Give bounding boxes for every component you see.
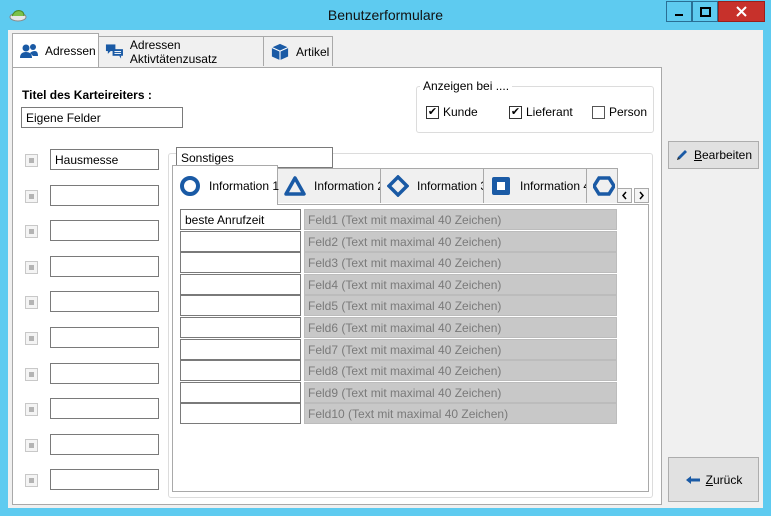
lieferant-checkbox[interactable]: ✔ <box>509 106 522 119</box>
left-field-8[interactable] <box>50 398 159 419</box>
show-at-group-title: Anzeigen bei .... <box>420 79 513 93</box>
field-name-input-3[interactable] <box>180 252 301 273</box>
field-name-input-6[interactable] <box>180 317 301 338</box>
left-field-6[interactable] <box>50 327 159 348</box>
close-icon <box>736 6 747 17</box>
left-field-10[interactable] <box>50 469 159 490</box>
field-description-8: Feld8 (Text mit maximal 40 Zeichen) <box>304 360 617 381</box>
chat-icon <box>105 43 123 59</box>
tabs-scroll-right-button[interactable] <box>634 188 649 203</box>
field-name-input-5[interactable] <box>180 295 301 316</box>
tab-label: Adressen <box>45 43 96 58</box>
maximize-icon <box>699 6 711 17</box>
field-description-2: Feld2 (Text mit maximal 40 Zeichen) <box>304 231 617 252</box>
kunde-checkbox[interactable]: ✔ <box>426 106 439 119</box>
field-checkbox-4[interactable] <box>25 261 38 274</box>
field-checkbox-2[interactable] <box>25 190 38 203</box>
left-field-7[interactable] <box>50 363 159 384</box>
minimize-button[interactable] <box>666 1 692 22</box>
left-field-1[interactable]: Hausmesse <box>50 149 159 170</box>
field-name-input-8[interactable] <box>180 360 301 381</box>
left-field-4[interactable] <box>50 256 159 277</box>
field-name-input-2[interactable] <box>180 231 301 252</box>
diamond-icon <box>387 175 409 197</box>
left-field-5[interactable] <box>50 291 159 312</box>
back-accel: Z <box>705 472 713 487</box>
inner-tab-label: Information 1 <box>209 178 280 193</box>
client-area: Adressen Adressen Aktivtätenzusatz Artik… <box>8 30 763 508</box>
tab-title-label: Titel des Karteireiters : <box>22 88 152 102</box>
field-checkbox-6[interactable] <box>25 332 38 345</box>
lieferant-label: Lieferant <box>526 105 573 119</box>
field-name-input-1[interactable]: beste Anrufzeit <box>180 209 301 230</box>
tab-title-input[interactable]: Eigene Felder <box>21 107 183 128</box>
field-description-3: Feld3 (Text mit maximal 40 Zeichen) <box>304 252 617 273</box>
edit-button[interactable]: Bearbeiten <box>668 141 759 169</box>
tab-information-3[interactable]: Information 3 <box>380 168 488 203</box>
back-rest: urück <box>713 472 743 487</box>
hexagon-icon <box>593 176 615 196</box>
tab-artikel[interactable]: Artikel <box>263 36 333 66</box>
edit-button-label: Bearbeiten <box>694 148 752 162</box>
field-description-9: Feld9 (Text mit maximal 40 Zeichen) <box>304 382 617 403</box>
field-name-input-9[interactable] <box>180 382 301 403</box>
close-button[interactable] <box>718 1 765 22</box>
field-checkbox-10[interactable] <box>25 474 38 487</box>
field-checkbox-8[interactable] <box>25 403 38 416</box>
tab-label: Artikel <box>296 44 330 59</box>
edit-accel: B <box>693 148 702 162</box>
tab-label: Adressen Aktivtätenzusatz <box>129 37 218 66</box>
person-checkbox[interactable] <box>592 106 605 119</box>
field-description-10: Feld10 (Text mit maximal 40 Zeichen) <box>304 403 617 424</box>
back-arrow-icon <box>685 475 700 484</box>
person-label: Person <box>609 105 648 119</box>
field-checkbox-3[interactable] <box>25 225 38 238</box>
field-checkbox-5[interactable] <box>25 296 38 309</box>
left-field-3[interactable] <box>50 220 159 241</box>
field-description-7: Feld7 (Text mit maximal 40 Zeichen) <box>304 339 617 360</box>
window: Benutzerformulare Adressen Adressen Akti… <box>0 0 771 516</box>
back-button[interactable]: Zurück <box>668 457 759 502</box>
field-name-input-10[interactable] <box>180 403 301 424</box>
show-at-group: Anzeigen bei .... ✔ Kunde ✔ Lieferant Pe… <box>416 79 654 133</box>
left-field-9[interactable] <box>50 434 159 455</box>
pencil-icon <box>676 150 687 160</box>
inner-tab-label: Information 4 <box>520 179 591 193</box>
field-checkbox-7[interactable] <box>25 368 38 381</box>
tabs-scroll-left-button[interactable] <box>617 188 632 203</box>
field-checkbox-1[interactable] <box>25 154 38 167</box>
back-button-label: Zurück <box>706 473 743 487</box>
window-title: Benutzerformulare <box>327 7 444 23</box>
tab-information-4[interactable]: Information 4 <box>483 168 591 203</box>
triangle-icon <box>284 176 306 196</box>
maximize-button[interactable] <box>692 1 718 22</box>
users-icon <box>20 43 38 58</box>
box-icon <box>271 43 289 60</box>
minimize-icon <box>675 13 683 16</box>
field-name-input-7[interactable] <box>180 339 301 360</box>
tab-information-1[interactable]: Information 1 <box>172 165 280 205</box>
field-description-1: Feld1 (Text mit maximal 40 Zeichen) <box>304 209 617 230</box>
field-description-5: Feld5 (Text mit maximal 40 Zeichen) <box>304 295 617 316</box>
left-field-2[interactable] <box>50 185 159 206</box>
title-bar: Benutzerformulare <box>0 0 771 30</box>
tab-adressen[interactable]: Adressen <box>12 33 99 67</box>
tab-information-5[interactable] <box>586 168 618 203</box>
square-icon <box>492 177 510 195</box>
field-description-4: Feld4 (Text mit maximal 40 Zeichen) <box>304 274 617 295</box>
information-panel: beste Anrufzeit Feld1 (Text mit maximal … <box>172 204 649 492</box>
edit-rest: earbeiten <box>701 148 753 162</box>
field-name-input-4[interactable] <box>180 274 301 295</box>
inner-tab-label: Information 3 <box>417 179 488 193</box>
chevron-right-icon <box>639 191 644 200</box>
chevron-left-icon <box>622 191 627 200</box>
inner-tab-label: Information 2 <box>314 179 385 193</box>
tab-information-2[interactable]: Information 2 <box>277 168 385 203</box>
kunde-label: Kunde <box>443 105 478 119</box>
tab-adressen-aktivitaetenzusatz[interactable]: Adressen Aktivtätenzusatz <box>98 36 264 66</box>
field-checkbox-9[interactable] <box>25 439 38 452</box>
field-description-6: Feld6 (Text mit maximal 40 Zeichen) <box>304 317 617 338</box>
circle-icon <box>180 175 200 196</box>
tab-panel: Titel des Karteireiters : Eigene Felder … <box>12 67 662 505</box>
